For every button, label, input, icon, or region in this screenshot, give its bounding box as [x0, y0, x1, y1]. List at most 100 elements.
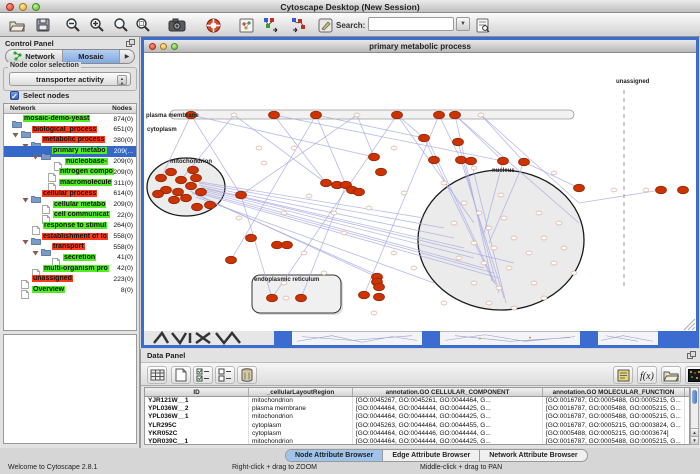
network-node-selected[interactable]: [354, 188, 365, 196]
delete-attribute-button[interactable]: [237, 366, 257, 384]
select-nodes-checkbox[interactable]: ✓: [10, 91, 19, 100]
table-cell[interactable]: mitochondrion: [249, 438, 353, 445]
table-row[interactable]: YPL036W__1mitochondrion[GO:0044464, GO:0…: [145, 413, 689, 421]
network-node-small[interactable]: [261, 161, 267, 165]
network-node-small[interactable]: [561, 246, 567, 250]
network-node-selected[interactable]: [498, 157, 509, 165]
table-row[interactable]: YPL036W__2plasma membrane[GO:0044464, GO…: [145, 405, 689, 413]
network-node-small[interactable]: [526, 251, 532, 255]
table-row[interactable]: YJR121W__1mitochondrion[GO:0045267, GO:0…: [145, 397, 689, 405]
advanced-search-button[interactable]: [472, 15, 494, 35]
table-cell[interactable]: YPL036W__1: [145, 413, 249, 421]
plasma-membrane-region[interactable]: [170, 110, 574, 119]
network-node-selected[interactable]: [450, 111, 461, 119]
network-node-small[interactable]: [291, 146, 297, 150]
search-dropdown-button[interactable]: ▼: [456, 17, 470, 31]
scroll-down-arrow[interactable]: ▼: [691, 436, 698, 444]
network-node-selected[interactable]: [272, 241, 283, 249]
image-manager-button[interactable]: [235, 15, 257, 35]
tree-row[interactable]: mosaic-demo-yeast874(0): [4, 114, 136, 125]
network-node-selected[interactable]: [456, 156, 467, 164]
network-node-selected[interactable]: [519, 158, 530, 166]
table-cell[interactable]: [GO:0044464, GO:0044446, GO:0044444, G..…: [353, 430, 543, 438]
network-node-selected[interactable]: [429, 156, 440, 164]
network-node-small[interactable]: [643, 188, 649, 192]
network-node-small[interactable]: [451, 221, 457, 225]
zoom-in-button[interactable]: [86, 15, 108, 35]
import-button[interactable]: [661, 366, 681, 384]
network-node-selected[interactable]: [374, 283, 385, 291]
network-node-selected[interactable]: [192, 203, 203, 211]
network-node-small[interactable]: [571, 271, 577, 275]
table-cell[interactable]: [GO:0045267, GO:0045261, GO:0044464, G..…: [353, 397, 543, 405]
network-node-selected[interactable]: [188, 166, 199, 174]
network-node-selected[interactable]: [321, 179, 332, 187]
network-node-selected[interactable]: [434, 111, 445, 119]
network-canvas[interactable]: plasma membranecytoplasmmitochondrionnuc…: [144, 53, 696, 331]
network-node-small[interactable]: [486, 226, 492, 230]
network-node-selected[interactable]: [166, 168, 177, 176]
table-cell[interactable]: [GO:0005488, GO:0005215, GO:0003674]: [543, 430, 685, 438]
network-node-selected[interactable]: [267, 294, 278, 302]
tree-row[interactable]: nucleobase-209(0): [4, 157, 136, 168]
network-node-small[interactable]: [511, 306, 517, 310]
table-cell[interactable]: [GO:0045263, GO:0044464, GO:0044455, G..…: [353, 422, 543, 430]
table-cell[interactable]: mitochondrion: [249, 397, 353, 405]
tree-row[interactable]: metabolic process280(0): [4, 135, 136, 146]
table-row[interactable]: YLR295Ccytoplasm[GO:0045263, GO:0044464,…: [145, 422, 689, 430]
network-node-small[interactable]: [236, 216, 242, 220]
table-cell[interactable]: [GO:0016787, GO:0005488, GO:0005215, G..…: [543, 397, 685, 405]
network-merge-button[interactable]: [288, 15, 310, 35]
column-header[interactable]: ID: [145, 388, 249, 396]
search-input[interactable]: [368, 17, 454, 31]
table-cell[interactable]: YDR039C__1: [145, 438, 249, 445]
zoom-out-button[interactable]: [62, 15, 84, 35]
network-node-selected[interactable]: [176, 176, 187, 184]
network-node-selected[interactable]: [169, 196, 180, 204]
network-node-small[interactable]: [536, 211, 542, 215]
manual-layout-button[interactable]: [314, 15, 336, 35]
network-node-small[interactable]: [556, 221, 562, 225]
birdseye-overview-panel[interactable]: [3, 334, 137, 444]
network-node-small[interactable]: [498, 193, 504, 197]
table-cell[interactable]: [GO:0016787, GO:0005488, GO:0005215, G..…: [543, 405, 685, 413]
network-node-selected[interactable]: [226, 256, 237, 264]
network-node-selected[interactable]: [282, 241, 293, 249]
table-cell[interactable]: [GO:0044464, GO:0044444, GO:0044425, G..…: [353, 405, 543, 413]
network-node-small[interactable]: [501, 216, 507, 220]
tree-row[interactable]: Overview8(0): [4, 285, 136, 296]
network-node-small[interactable]: [551, 171, 557, 175]
zoom-fit-button[interactable]: [110, 15, 132, 35]
network-node-selected[interactable]: [296, 294, 307, 302]
table-row[interactable]: YKR052Ccytoplasm[GO:0044464, GO:0044446,…: [145, 430, 689, 438]
resize-grip-icon[interactable]: [684, 319, 695, 330]
network-node-selected[interactable]: [246, 234, 257, 242]
network-node-small[interactable]: [491, 246, 497, 250]
scrollbar-thumb[interactable]: [692, 390, 697, 404]
tab-edge-attribute-browser[interactable]: Edge Attribute Browser: [383, 450, 480, 461]
network-node-small[interactable]: [471, 166, 477, 170]
tab-node-attribute-browser[interactable]: Node Attribute Browser: [286, 450, 383, 461]
network-node-small[interactable]: [456, 256, 462, 260]
tree-row[interactable]: cell communicat22(0): [4, 210, 136, 221]
table-cell[interactable]: YLR295C: [145, 422, 249, 430]
network-node-selected[interactable]: [311, 111, 322, 119]
tree-row[interactable]: response to stimul264(0): [4, 221, 136, 232]
network-node-small[interactable]: [331, 211, 337, 215]
open-button[interactable]: [6, 15, 28, 35]
network-node-selected[interactable]: [359, 291, 370, 299]
network-node-selected[interactable]: [678, 186, 689, 194]
network-node-small[interactable]: [281, 211, 287, 215]
tree-row[interactable]: establishment of lo558(0): [4, 232, 136, 243]
network-node-small[interactable]: [441, 181, 447, 185]
network-node-selected[interactable]: [376, 168, 387, 176]
table-cell[interactable]: [GO:0044464, GO:0044444, GO:0044425, G..…: [353, 413, 543, 421]
create-attribute-button[interactable]: [171, 366, 191, 384]
network-node-selected[interactable]: [196, 188, 207, 196]
tree-row[interactable]: primary metabo209(...: [4, 146, 136, 157]
network-node-small[interactable]: [476, 211, 482, 215]
zoom-region-button[interactable]: [132, 15, 154, 35]
network-node-selected[interactable]: [191, 174, 202, 182]
network-node-selected[interactable]: [374, 293, 385, 301]
network-expand-button[interactable]: [260, 15, 282, 35]
